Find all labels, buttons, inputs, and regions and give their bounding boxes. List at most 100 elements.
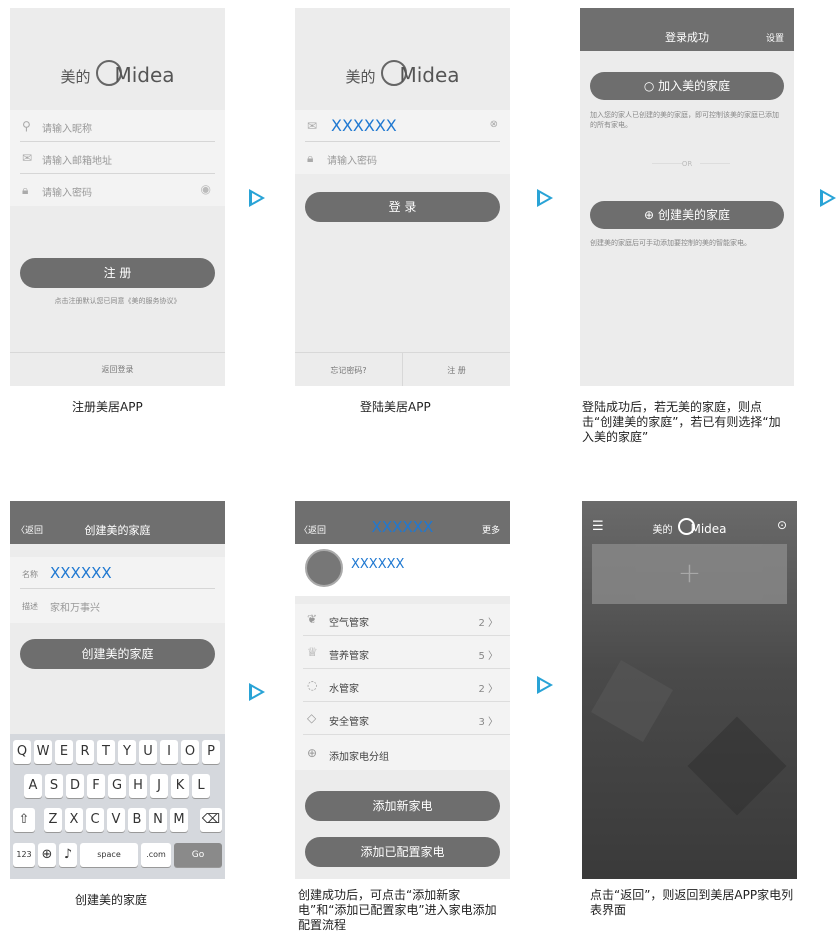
key-y[interactable]: Y: [118, 740, 136, 764]
register-screen: 美的 Midea ⚲ 请输入昵称 ✉ 请输入邮箱地址 🔒︎ 请输入密码 ◉ 注 册…: [10, 8, 225, 386]
key-p[interactable]: P: [202, 740, 220, 764]
add-configured-appliance-button[interactable]: 添加已配置家电: [305, 837, 500, 867]
more-icon[interactable]: ⊙: [777, 518, 787, 532]
flow-arrow: [537, 189, 553, 207]
join-home-button[interactable]: ○ 加入美的家庭: [590, 72, 784, 100]
account-field[interactable]: ✉ XXXXXX ⊗: [295, 110, 510, 142]
nickname-field[interactable]: ⚲ 请输入昵称: [10, 110, 225, 142]
key-e[interactable]: E: [55, 740, 73, 764]
success-caption: 登陆成功后，若无美的家庭，则点击“创建美的家庭”，若已有则选择“加入美的家庭”: [582, 400, 781, 444]
key-d[interactable]: D: [66, 774, 84, 798]
key-q[interactable]: Q: [13, 740, 31, 764]
water-drop-icon: ◌: [307, 678, 318, 692]
eye-icon[interactable]: ◉: [201, 182, 211, 196]
clear-icon[interactable]: ⊗: [490, 119, 498, 130]
page-title: 创建美的家庭: [84, 524, 151, 537]
password-field[interactable]: 🔒︎ 请输入密码: [295, 142, 510, 174]
add-group-button[interactable]: ⊕ 添加家电分组: [295, 738, 510, 770]
group-name: 空气管家: [329, 618, 369, 629]
forgot-password-link[interactable]: 忘记密码?: [295, 365, 402, 376]
key-c[interactable]: C: [86, 808, 104, 832]
space-key[interactable]: space: [80, 843, 138, 867]
appliance-list-caption: 点击“返回”，则返回到美居APP家电列表界面: [590, 888, 794, 917]
key-f[interactable]: F: [87, 774, 105, 798]
or-divider: OR: [681, 160, 693, 168]
agreement-text[interactable]: 点击注册默认您已同意《美的服务协议》: [10, 296, 225, 306]
mail-icon: ✉: [307, 119, 318, 133]
group-name: 水管家: [329, 684, 359, 695]
key-o[interactable]: O: [181, 740, 199, 764]
com-key[interactable]: .com: [141, 843, 171, 867]
lock-icon: 🔒︎: [307, 151, 314, 165]
go-key[interactable]: Go: [174, 843, 222, 867]
add-new-appliance-button[interactable]: 添加新家电: [305, 791, 500, 821]
group-count: 5 〉: [478, 651, 498, 662]
home-detail-caption: 创建成功后，可点击“添加新家电”和“添加已配置家电”进入家电添加配置流程: [298, 888, 497, 932]
group-row[interactable]: ◌ 水管家 2 〉: [295, 670, 510, 702]
create-description: 创建美的家庭后可手动添加要控制的美的智能家电。: [590, 239, 751, 247]
key-k[interactable]: K: [171, 774, 189, 798]
create-home-button[interactable]: ⊕ 创建美的家庭: [590, 201, 784, 229]
plus-icon: +: [677, 556, 702, 589]
more-button[interactable]: 更多: [482, 523, 500, 536]
key-h[interactable]: H: [129, 774, 147, 798]
key-z[interactable]: Z: [44, 808, 62, 832]
key-n[interactable]: N: [149, 808, 167, 832]
flow-arrow: [820, 189, 836, 207]
key-a[interactable]: A: [24, 774, 42, 798]
globe-icon[interactable]: ⊕: [38, 843, 56, 867]
plus-circle-icon: ⊕: [307, 746, 318, 760]
key-g[interactable]: G: [108, 774, 126, 798]
register-link[interactable]: 注 册: [403, 365, 510, 376]
password-field[interactable]: 🔒︎ 请输入密码 ◉: [10, 174, 225, 206]
keyboard: QWERTYUIOP ASDFGHJKL ZXCVBNM ⇧ ⌫ 123 ⊕ ♪ s…: [10, 734, 225, 879]
plus-circle-icon: ⊕: [644, 208, 655, 222]
leaf-icon: ❦: [307, 612, 318, 626]
key-t[interactable]: T: [97, 740, 115, 764]
midea-logo: 美的 Midea: [10, 60, 225, 87]
group-count: 3 〉: [478, 717, 498, 728]
create-home-submit-button[interactable]: 创建美的家庭: [20, 639, 215, 669]
group-row[interactable]: ◇ 安全管家 3 〉: [295, 703, 510, 735]
numbers-key[interactable]: 123: [13, 843, 35, 867]
settings-button[interactable]: 设置: [766, 31, 784, 44]
key-w[interactable]: W: [34, 740, 52, 764]
flow-arrow: [249, 683, 265, 701]
key-i[interactable]: I: [160, 740, 178, 764]
name-field[interactable]: 名称 XXXXXX: [10, 557, 225, 589]
midea-logo: 美的 Midea: [582, 518, 797, 536]
mail-icon: ✉: [22, 151, 33, 165]
key-m[interactable]: M: [170, 808, 188, 832]
backspace-key[interactable]: ⌫: [200, 808, 222, 832]
search-icon: ○: [643, 79, 655, 93]
email-field[interactable]: ✉ 请输入邮箱地址: [10, 142, 225, 174]
group-row[interactable]: ❦ 空气管家 2 〉: [295, 604, 510, 636]
key-j[interactable]: J: [150, 774, 168, 798]
key-b[interactable]: B: [128, 808, 146, 832]
home-title: XXXXXX: [371, 518, 434, 536]
key-v[interactable]: V: [107, 808, 125, 832]
key-s[interactable]: S: [45, 774, 63, 798]
add-appliance-card[interactable]: +: [592, 544, 787, 604]
login-button[interactable]: 登 录: [305, 192, 500, 222]
back-login-link[interactable]: 返回登录: [10, 364, 225, 375]
shift-key[interactable]: ⇧: [13, 808, 35, 832]
key-l[interactable]: L: [192, 774, 210, 798]
key-x[interactable]: X: [65, 808, 83, 832]
user-icon: ⚲: [22, 119, 31, 133]
group-row[interactable]: ♕ 营养管家 5 〉: [295, 637, 510, 669]
midea-logo: 美的 Midea: [295, 60, 510, 87]
join-description: 加入您的家人已创建的美的家庭，即可控制该美的家庭已添加的所有家电。: [590, 111, 779, 129]
home-detail-screen: 〈返回 XXXXXX 更多 XXXXXX ❦ 空气管家 2 〉 ♕ 营养管家 5 〉 ◌ 水管…: [295, 501, 510, 879]
create-home-screen: 〈返回 创建美的家庭 名称 XXXXXX 描述 家和万事兴 创建美的家庭 QWE…: [10, 501, 225, 879]
flow-arrow: [537, 676, 553, 694]
register-button[interactable]: 注 册: [20, 258, 215, 288]
key-r[interactable]: R: [76, 740, 94, 764]
login-success-screen: 登录成功 设置 ○ 加入美的家庭 加入您的家人已创建的美的家庭，即可控制该美的家…: [580, 8, 794, 386]
register-caption: 注册美居APP: [72, 400, 143, 414]
group-count: 2 〉: [478, 618, 498, 629]
microphone-icon[interactable]: ♪: [59, 843, 77, 867]
key-u[interactable]: U: [139, 740, 157, 764]
group-name: 安全管家: [329, 717, 369, 728]
description-field[interactable]: 描述 家和万事兴: [10, 589, 225, 621]
